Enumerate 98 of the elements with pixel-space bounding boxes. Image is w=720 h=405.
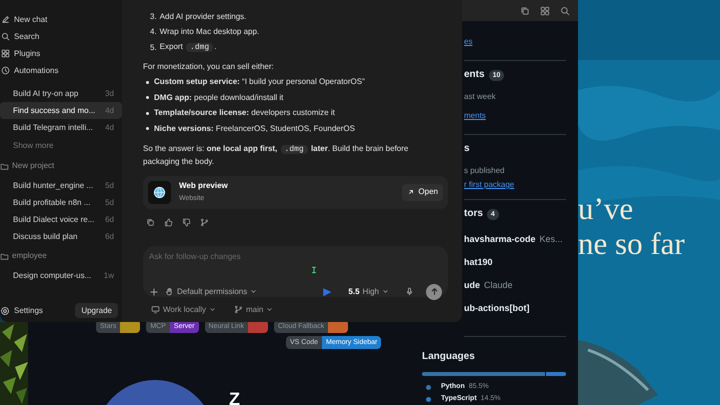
thread-age: 4d (105, 104, 114, 116)
overlay-text: ne so far (578, 226, 685, 262)
caret-icon (382, 288, 389, 295)
list-number: 4. (150, 26, 157, 38)
open-button[interactable]: Open (402, 184, 443, 200)
thread-item[interactable]: Design computer-us... 1w (0, 267, 122, 284)
clock-icon (1, 66, 10, 75)
overlay-text: u’ve (578, 192, 634, 227)
list-item-text: Add AI provider settings. (160, 10, 246, 23)
thread-title: Discuss build plan (13, 230, 78, 242)
thread-age: 4d (105, 122, 114, 134)
hand-icon (165, 287, 174, 296)
thread-item[interactable]: Build profitable n8n ... 5d (0, 194, 122, 211)
grid-icon[interactable] (540, 6, 550, 16)
contributor-name[interactable]: ude (464, 274, 480, 297)
section-heading: Languages (422, 350, 476, 364)
message-input[interactable]: Ask for follow-up changes (149, 250, 442, 262)
nav-item[interactable]: Search (0, 28, 122, 45)
branch-dropdown[interactable]: main (234, 304, 274, 316)
list-item-text: Template/source license: developers customize it (154, 107, 335, 120)
model-dropdown[interactable]: 5.5 High (348, 286, 389, 298)
grid-icon (1, 49, 10, 58)
branch-icon[interactable] (200, 218, 209, 226)
contributor-name[interactable]: havsharma-code (464, 228, 536, 251)
section-text: ast week (464, 91, 497, 103)
search-icon[interactable] (560, 6, 570, 16)
send-button[interactable] (426, 284, 442, 300)
thread-title: Build AI try-on app (13, 88, 78, 100)
contributor-fullname: Kes... (540, 233, 563, 246)
list-item-text: Wrap into Mac desktop app. (160, 26, 260, 38)
thread-item[interactable]: Discuss build plan 6d (0, 228, 122, 245)
plus-icon[interactable] (149, 286, 159, 296)
show-more-link[interactable]: Show more (0, 136, 54, 155)
thread-item[interactable]: Build Dialect voice re... 6d (0, 211, 122, 228)
settings-icon (0, 306, 10, 316)
thread-item[interactable]: Build AI try-on app 3d (0, 85, 122, 102)
thread-age: 6d (105, 230, 114, 242)
section-heading: s (464, 142, 471, 156)
caret-icon (266, 306, 274, 313)
thread-item[interactable]: Build Telegram intelli... 4d (0, 119, 122, 136)
nav-item[interactable]: New chat (0, 11, 122, 28)
thread-title: Build Telegram intelli... (13, 122, 93, 134)
thread-age: 5d (105, 196, 114, 208)
arrow-icon (407, 188, 416, 196)
contributor-fullname: Claude (484, 279, 513, 292)
section-heading: ents (464, 68, 485, 82)
contributor-name[interactable]: hat190 (464, 251, 566, 274)
microphone-icon[interactable] (405, 287, 414, 296)
list-item-text: Niche versions: FreelancerOS, StudentOS, FounderOS (154, 122, 355, 135)
copy-icon[interactable] (520, 6, 530, 16)
thread-title: Build Dialect voice re... (13, 214, 94, 226)
paragraph: So the answer is: one local app first, .dmg later. Build the brain before packaging the body. (143, 142, 410, 168)
thread-item[interactable]: Build hunter_engine ... 5d (0, 177, 122, 194)
permissions-dropdown[interactable]: Default permissions (165, 286, 258, 298)
search-icon (1, 32, 10, 41)
compose-icon (1, 15, 10, 24)
list-number: 3. (150, 10, 157, 23)
thumbs-up-icon[interactable] (164, 218, 173, 226)
list-number: 5. (150, 42, 157, 54)
thread-age: 6d (105, 214, 114, 226)
link[interactable]: es (464, 31, 472, 52)
monitor-icon (151, 305, 160, 314)
folder-icon (0, 252, 9, 260)
up-arrow-icon (430, 287, 438, 296)
link[interactable]: ments (464, 105, 486, 126)
settings-item[interactable]: Settings (0, 304, 43, 316)
thread-title: Build profitable n8n ... (13, 196, 90, 208)
thread-age: 5d (105, 180, 114, 192)
project-item[interactable]: employee (0, 245, 122, 267)
thread-title: Design computer-us... (13, 270, 92, 282)
globe-icon (148, 180, 171, 204)
thread-item[interactable]: Find success and mo... 4d (0, 102, 122, 119)
caret-icon (250, 288, 258, 295)
link[interactable]: r first package (464, 179, 514, 191)
heading-letter: Z (229, 388, 240, 405)
section-text: s published (464, 165, 506, 177)
thread-title: Build hunter_engine ... (13, 180, 94, 192)
branch-icon (234, 305, 243, 314)
card-title: Web preview (179, 180, 229, 192)
project-item[interactable]: New project (0, 155, 122, 177)
nav-item[interactable]: Plugins (0, 45, 122, 62)
caret-icon (208, 306, 216, 313)
list-item-text: DMG app: people download/install it (154, 92, 284, 104)
contributor-name[interactable]: ub-actions[bot] (464, 297, 566, 320)
thread-age: 3d (105, 88, 114, 100)
folder-icon (0, 162, 9, 170)
thumbs-down-icon[interactable] (182, 218, 191, 226)
section-heading: tors (464, 207, 483, 221)
paragraph: For monetization, you can sell either: (143, 60, 275, 73)
copy-icon[interactable] (146, 218, 155, 226)
list-item-text: Custom setup service: “I build your personal OperatorOS” (154, 76, 365, 88)
nav-item[interactable]: Automations (0, 62, 122, 79)
pointer-icon (322, 286, 332, 296)
thread-age: 1w (104, 270, 114, 282)
thread-title: Find success and mo... (13, 104, 96, 116)
list-item-text: Export .dmg . (160, 41, 216, 54)
location-dropdown[interactable]: Work locally (151, 304, 216, 316)
upgrade-button[interactable]: Upgrade (75, 303, 118, 318)
